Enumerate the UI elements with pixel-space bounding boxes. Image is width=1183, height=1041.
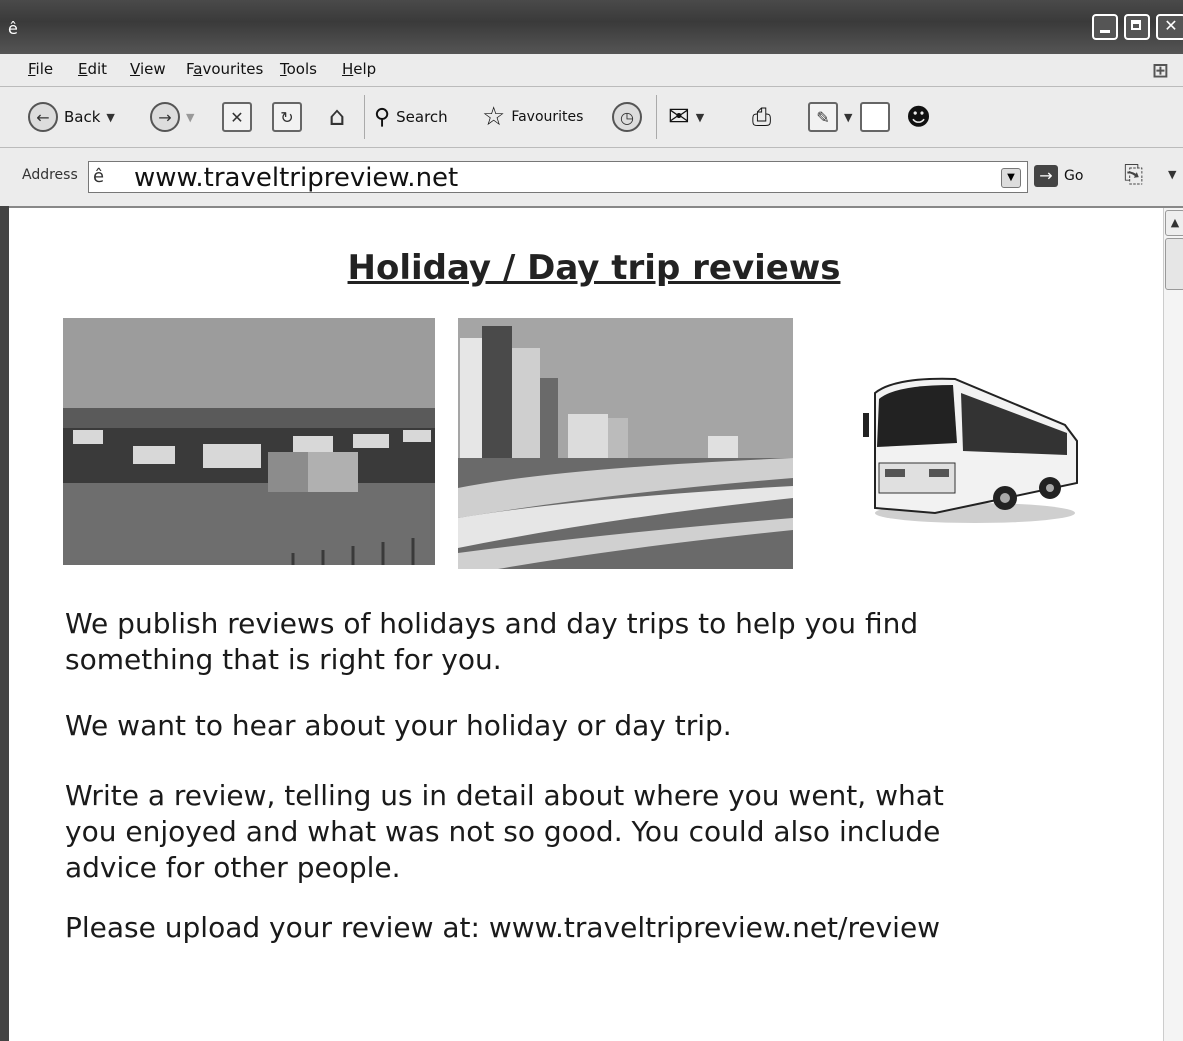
scroll-up-button[interactable]: ▲ bbox=[1165, 210, 1183, 236]
caravan-park-image bbox=[63, 318, 435, 565]
window-left-frame bbox=[0, 206, 9, 1041]
forward-arrow-icon: → bbox=[150, 102, 180, 132]
scroll-thumb[interactable] bbox=[1165, 238, 1183, 290]
page-title: Holiday / Day trip reviews bbox=[347, 248, 841, 288]
close-icon: ✕ bbox=[1164, 16, 1178, 35]
go-arrow-icon: → bbox=[1034, 165, 1058, 187]
research-icon[interactable]: ⎘ bbox=[1124, 160, 1158, 194]
request-paragraph: We want to hear about your holiday or da… bbox=[65, 709, 732, 742]
forward-button[interactable]: → ▼ bbox=[150, 99, 194, 135]
edit-icon: ✎ bbox=[808, 102, 838, 132]
toolbar-separator bbox=[364, 95, 365, 139]
toolbar: ← Back ▼ → ▼ ✕ ↻ ⌂ ⚲ Search ☆ Favourites… bbox=[0, 87, 1183, 148]
discuss-icon bbox=[860, 102, 890, 132]
print-button[interactable]: ⎙ bbox=[752, 99, 771, 135]
favourites-label: Favourites bbox=[511, 109, 584, 125]
menu-tools[interactable]: Tools bbox=[280, 60, 317, 78]
ie-page-icon: ê bbox=[93, 166, 105, 187]
back-arrow-icon: ← bbox=[28, 102, 58, 132]
windows-logo-icon: ⊞ bbox=[1152, 58, 1169, 82]
coach-bus-image bbox=[855, 363, 1085, 533]
intro-paragraph: We publish reviews of holidays and day t… bbox=[65, 607, 919, 676]
go-label: Go bbox=[1064, 168, 1084, 184]
back-label: Back bbox=[64, 108, 101, 126]
edit-button[interactable]: ✎ ▼ bbox=[808, 99, 852, 135]
upload-paragraph: Please upload your review at: www.travel… bbox=[65, 911, 941, 944]
maximize-button[interactable] bbox=[1124, 14, 1150, 40]
chevron-down-icon[interactable]: ▼ bbox=[186, 111, 194, 124]
address-input[interactable]: ê www.traveltripreview.net ▼ bbox=[88, 161, 1028, 193]
toolbar-separator bbox=[656, 95, 657, 139]
address-url: www.traveltripreview.net bbox=[134, 163, 459, 193]
page-content: Holiday / Day trip reviews We publish re… bbox=[9, 208, 1163, 1041]
search-button[interactable]: ⚲ Search bbox=[374, 99, 448, 135]
chevron-down-icon[interactable]: ▼ bbox=[696, 111, 704, 124]
vertical-scrollbar[interactable]: ▲ bbox=[1163, 208, 1183, 1041]
menu-file[interactable]: File bbox=[28, 60, 53, 78]
refresh-button[interactable]: ↻ bbox=[272, 99, 302, 135]
menu-bar: File Edit View Favourites Tools Help ⊞ bbox=[0, 54, 1183, 87]
history-button[interactable]: ◷ bbox=[612, 99, 642, 135]
browser-window: ê ✕ File Edit View Favourites Tools Help… bbox=[0, 0, 1183, 1041]
home-icon: ⌂ bbox=[328, 102, 346, 132]
home-button[interactable]: ⌂ bbox=[322, 99, 352, 135]
history-icon: ◷ bbox=[612, 102, 642, 132]
minimize-button[interactable] bbox=[1092, 14, 1118, 40]
search-label: Search bbox=[396, 108, 448, 126]
search-icon: ⚲ bbox=[374, 104, 391, 130]
address-label: Address bbox=[22, 167, 78, 183]
beach-image bbox=[458, 318, 793, 569]
stop-icon: ✕ bbox=[222, 102, 252, 132]
ie-icon: ê bbox=[8, 19, 18, 38]
chevron-down-icon[interactable]: ▼ bbox=[844, 111, 852, 124]
menu-view[interactable]: View bbox=[130, 60, 166, 78]
stop-button[interactable]: ✕ bbox=[222, 99, 252, 135]
title-bar: ê ✕ bbox=[0, 0, 1183, 54]
menu-favourites[interactable]: Favourites bbox=[186, 60, 263, 78]
mail-button[interactable]: ✉ ▼ bbox=[668, 99, 704, 135]
refresh-icon: ↻ bbox=[272, 102, 302, 132]
chevron-down-icon[interactable]: ▼ bbox=[106, 111, 114, 124]
menu-help[interactable]: Help bbox=[342, 60, 376, 78]
messenger-button[interactable]: ☻ bbox=[906, 99, 931, 135]
back-button[interactable]: ← Back ▼ bbox=[28, 99, 115, 135]
address-bar: Address ê www.traveltripreview.net ▼ → G… bbox=[0, 148, 1183, 208]
menu-edit[interactable]: Edit bbox=[78, 60, 107, 78]
print-icon: ⎙ bbox=[752, 103, 772, 131]
favourites-button[interactable]: ☆ Favourites bbox=[482, 99, 583, 135]
close-button[interactable]: ✕ bbox=[1156, 14, 1183, 40]
messenger-icon: ☻ bbox=[906, 103, 932, 131]
mail-icon: ✉ bbox=[668, 102, 690, 132]
chevron-down-icon[interactable]: ▼ bbox=[1001, 168, 1021, 188]
instructions-paragraph: Write a review, telling us in detail abo… bbox=[65, 779, 944, 884]
chevron-down-icon[interactable]: ▼ bbox=[1168, 168, 1176, 181]
go-button[interactable]: → Go bbox=[1034, 165, 1083, 187]
discuss-button[interactable] bbox=[860, 99, 890, 135]
favourites-star-icon: ☆ bbox=[482, 102, 506, 132]
